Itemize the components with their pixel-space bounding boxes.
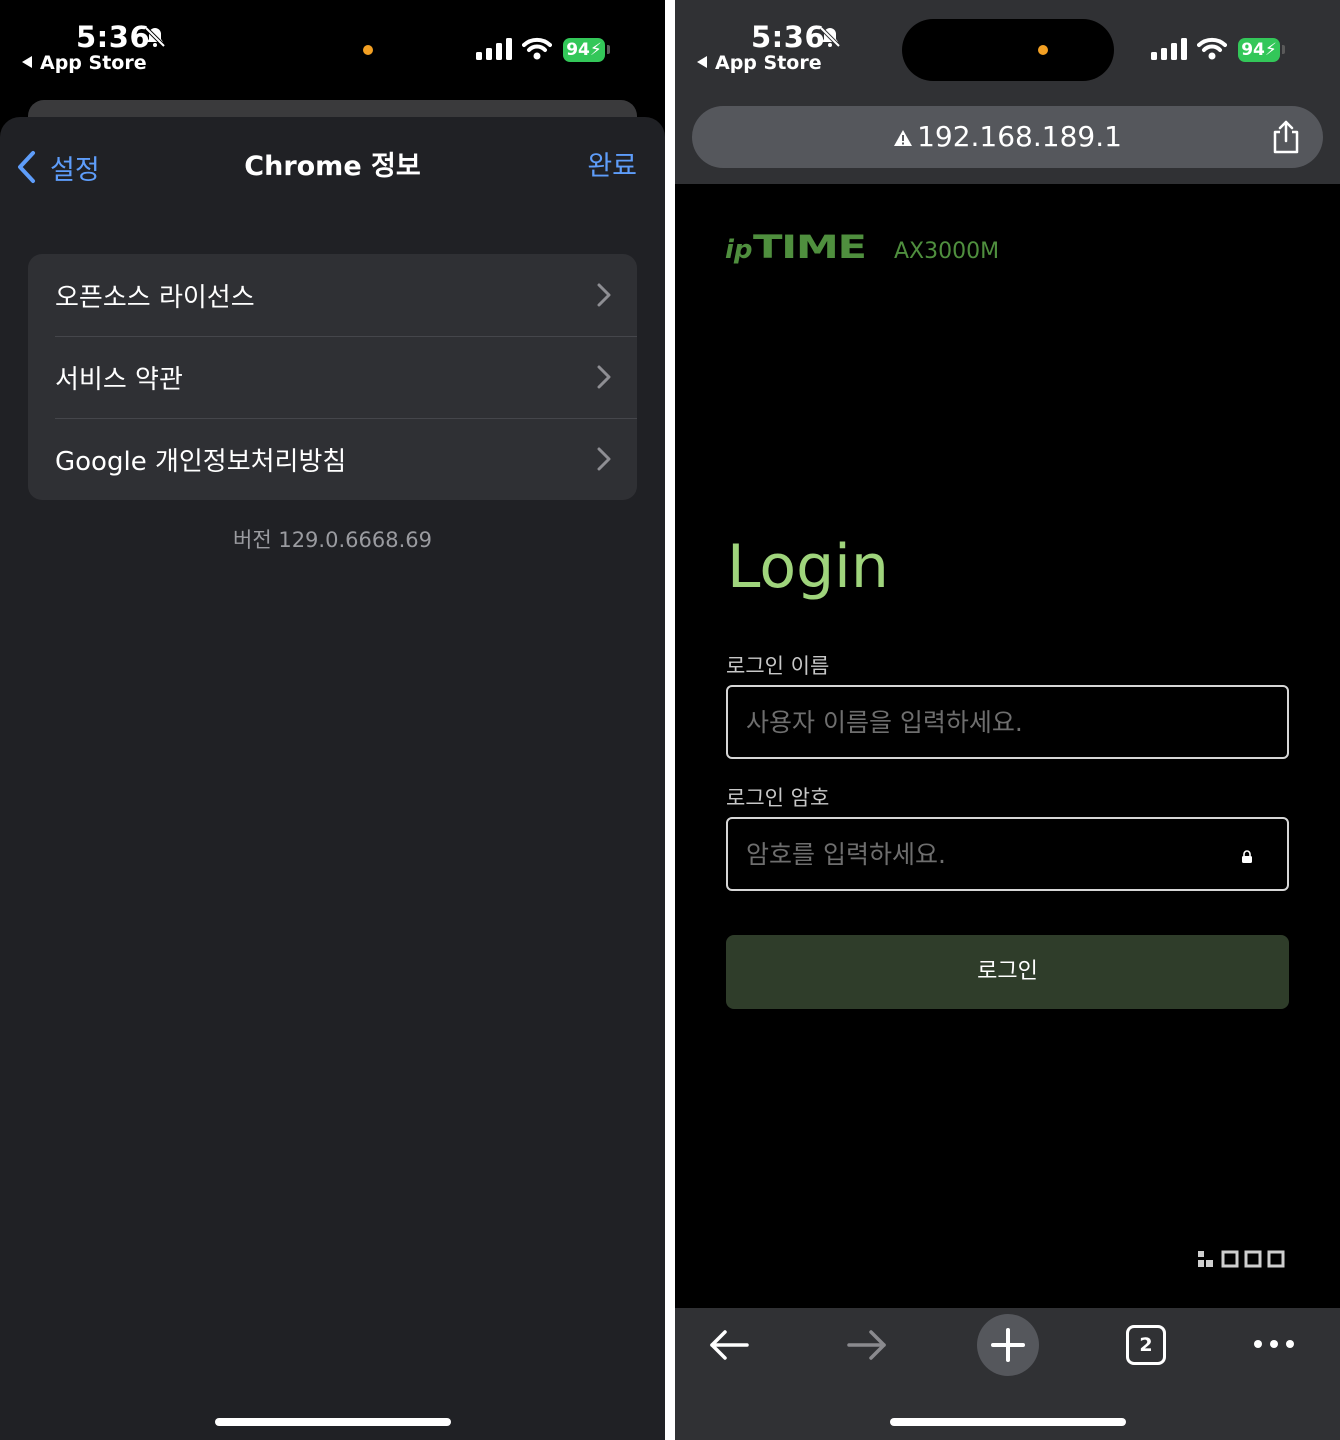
status-time: 5:36 (76, 20, 151, 54)
url-display[interactable]: 192.168.189.1 (692, 106, 1323, 168)
done-button[interactable]: 완료 (587, 147, 637, 187)
list-item-terms-of-service[interactable]: 서비스 약관 (28, 336, 637, 418)
chevron-right-icon (597, 283, 611, 307)
forward-arrow-icon[interactable] (846, 1328, 888, 1362)
wifi-icon (1197, 37, 1227, 60)
battery-indicator: 94⚡ (1238, 38, 1280, 62)
login-button[interactable]: 로그인 (726, 935, 1289, 1009)
chevron-right-icon (597, 365, 611, 389)
address-bar[interactable]: 192.168.189.1 (692, 106, 1323, 168)
brand-time: TIME (752, 228, 867, 266)
tab-switcher-button[interactable]: 2 (1126, 1325, 1166, 1365)
list-item-label: Google 개인정보처리방침 (55, 446, 347, 477)
list-item-privacy-policy[interactable]: Google 개인정보처리방침 (28, 418, 637, 500)
back-app-label: App Store (715, 52, 822, 74)
page-title: Chrome 정보 (244, 151, 421, 182)
bell-slash-icon (819, 26, 841, 48)
charging-bolt-icon: ⚡ (589, 40, 602, 60)
browser-screen: 5:36 App Store 94⚡ 192.168.189.1 ip TIME… (675, 0, 1340, 1440)
back-to-app-link[interactable]: App Store (697, 52, 822, 74)
router-login-page: ip TIME AX3000M Login 로그인 이름 로그인 암호 로그인 (675, 184, 1340, 1308)
password-label: 로그인 암호 (726, 786, 830, 810)
password-field-box (726, 817, 1289, 891)
back-arrow-icon[interactable] (708, 1328, 750, 1362)
list-item-label: 서비스 약관 (55, 364, 183, 395)
pagination-dots-icon (1198, 1250, 1285, 1268)
brand-ip: ip (725, 235, 753, 265)
list-item-open-source-licenses[interactable]: 오픈소스 라이선스 (28, 254, 637, 336)
address-bar-area: 192.168.189.1 (675, 96, 1340, 184)
battery-cap (607, 45, 610, 54)
router-model: AX3000M (893, 239, 1000, 264)
battery-indicator: 94⚡ (563, 38, 605, 62)
privacy-indicator-dot (1038, 45, 1048, 55)
home-indicator[interactable] (890, 1418, 1126, 1426)
lock-icon (1242, 850, 1252, 863)
back-to-app-link[interactable]: App Store (22, 52, 147, 74)
list-item-label: 오픈소스 라이선스 (55, 282, 255, 313)
home-indicator[interactable] (215, 1418, 451, 1426)
plus-icon (991, 1328, 1025, 1362)
status-bar: 5:36 App Store 94⚡ (0, 0, 665, 96)
share-icon[interactable] (1271, 120, 1301, 154)
status-bar: 5:36 App Store 94⚡ (675, 0, 1340, 96)
browser-toolbar: 2 (675, 1308, 1340, 1440)
battery-level: 94 (1241, 40, 1265, 60)
back-triangle-icon (22, 56, 32, 68)
url-text: 192.168.189.1 (917, 120, 1122, 153)
wifi-icon (522, 37, 552, 60)
password-input[interactable] (728, 819, 1287, 889)
username-field-box (726, 685, 1289, 759)
chrome-info-sheet: 설정 Chrome 정보 완료 오픈소스 라이선스 서비스 약관 Google … (0, 117, 665, 1440)
charging-bolt-icon: ⚡ (1264, 40, 1277, 60)
iptime-logo: ip TIME AX3000M (725, 228, 999, 266)
new-tab-button[interactable] (977, 1314, 1039, 1376)
dynamic-island (902, 19, 1114, 81)
login-title: Login (727, 532, 889, 602)
info-list: 오픈소스 라이선스 서비스 약관 Google 개인정보처리방침 (28, 254, 637, 500)
back-app-label: App Store (40, 52, 147, 74)
status-time: 5:36 (751, 20, 826, 54)
back-triangle-icon (697, 56, 707, 68)
more-menu-icon[interactable] (1253, 1336, 1295, 1352)
battery-cap (1282, 45, 1285, 54)
bell-slash-icon (144, 26, 166, 48)
not-secure-warning-icon (894, 130, 913, 146)
version-text: 버전 129.0.6668.69 (233, 528, 432, 552)
privacy-indicator-dot (363, 45, 373, 55)
cellular-signal-icon (1151, 38, 1187, 60)
cellular-signal-icon (476, 38, 512, 60)
settings-screen: 5:36 App Store 94⚡ 설정 Chrome 정보 완료 오픈소스 … (0, 0, 665, 1440)
chevron-right-icon (597, 447, 611, 471)
username-input[interactable] (728, 687, 1287, 757)
battery-level: 94 (566, 40, 590, 60)
username-label: 로그인 이름 (726, 654, 830, 678)
